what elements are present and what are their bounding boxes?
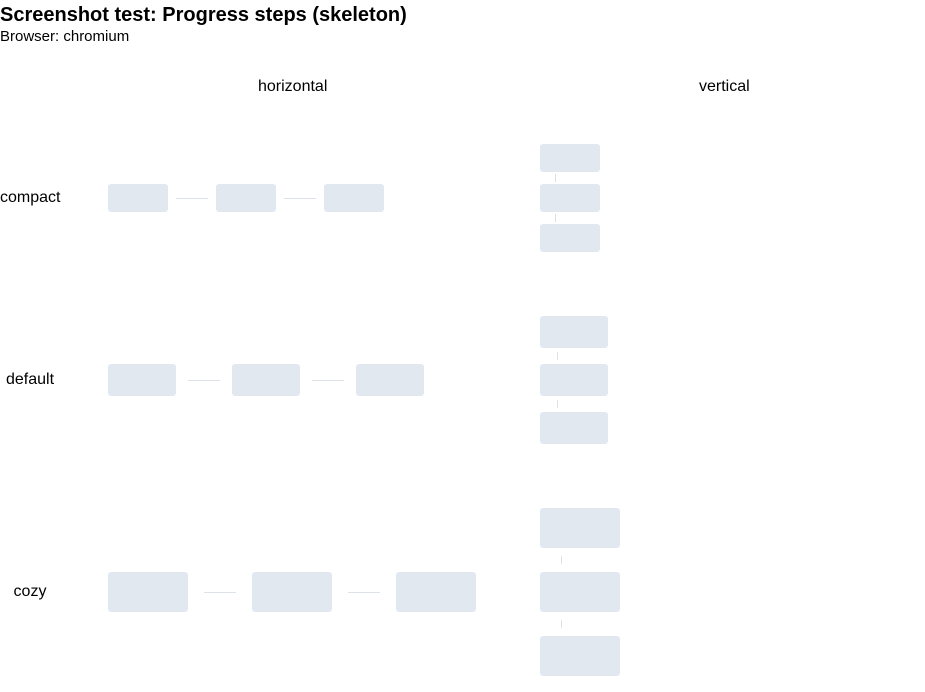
row-label-cozy: cozy bbox=[13, 583, 47, 600]
step-connector bbox=[555, 214, 556, 222]
skeleton-step bbox=[540, 184, 600, 212]
skeleton-step bbox=[540, 636, 620, 676]
skeleton-step bbox=[108, 364, 176, 396]
skeleton-step bbox=[540, 144, 600, 172]
step-connector bbox=[188, 380, 220, 381]
step-connector bbox=[557, 400, 558, 408]
skeleton-step bbox=[252, 572, 332, 612]
step-connector bbox=[557, 352, 558, 360]
step-connector bbox=[348, 592, 380, 593]
skeleton-step bbox=[108, 184, 168, 212]
browser-info: Browser: chromium bbox=[0, 28, 130, 45]
skeleton-step bbox=[216, 184, 276, 212]
skeleton-step bbox=[396, 572, 476, 612]
skeleton-step bbox=[356, 364, 424, 396]
step-connector bbox=[284, 198, 316, 199]
skeleton-step bbox=[540, 224, 600, 252]
skeleton-step bbox=[540, 364, 608, 396]
step-connector bbox=[561, 556, 562, 564]
skeleton-step bbox=[540, 412, 608, 444]
row-label-compact: compact bbox=[0, 189, 61, 206]
step-connector bbox=[555, 174, 556, 182]
skeleton-step bbox=[540, 572, 620, 612]
step-connector bbox=[204, 592, 236, 593]
page-title: Screenshot test: Progress steps (skeleto… bbox=[0, 4, 407, 26]
step-connector bbox=[561, 620, 562, 628]
step-connector bbox=[312, 380, 344, 381]
column-header-horizontal: horizontal bbox=[258, 78, 328, 95]
skeleton-step bbox=[232, 364, 300, 396]
skeleton-step bbox=[108, 572, 188, 612]
step-connector bbox=[176, 198, 208, 199]
column-header-vertical: vertical bbox=[699, 78, 750, 95]
skeleton-step bbox=[324, 184, 384, 212]
row-label-default: default bbox=[5, 371, 55, 388]
skeleton-step bbox=[540, 508, 620, 548]
skeleton-step bbox=[540, 316, 608, 348]
